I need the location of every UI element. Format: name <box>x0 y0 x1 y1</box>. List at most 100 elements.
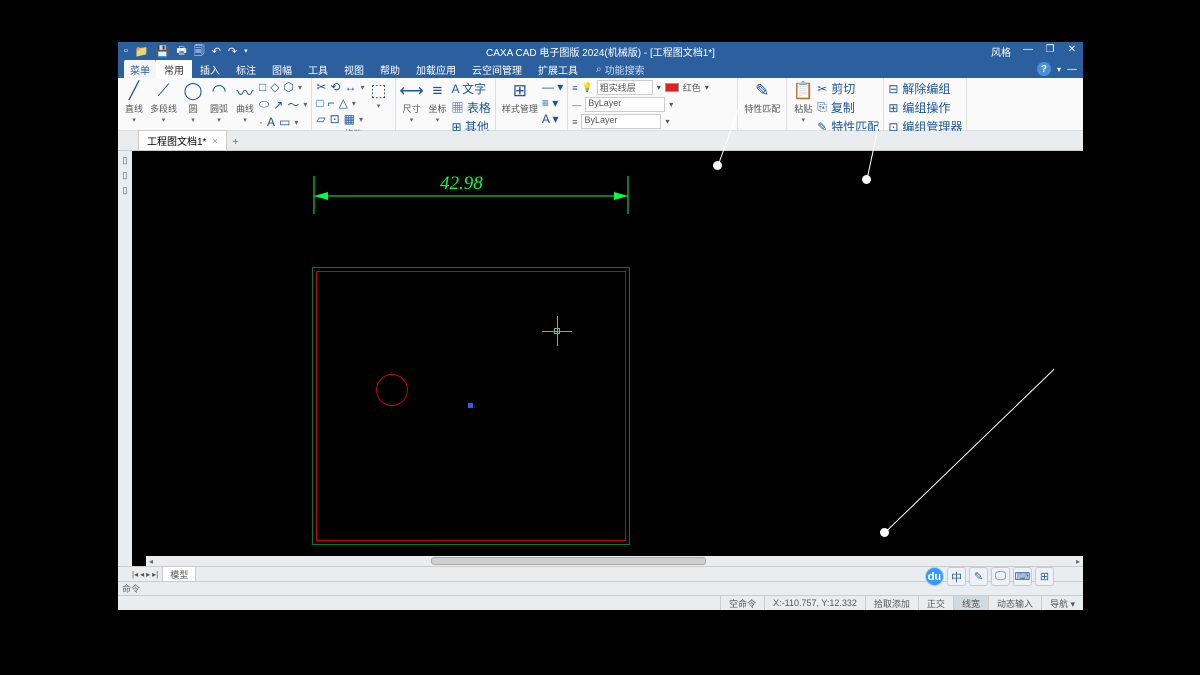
menu-insert[interactable]: 插入 <box>192 59 228 80</box>
ungroup-icon[interactable]: ⊟ <box>888 82 898 96</box>
qat-dropdown-icon[interactable]: ▾ <box>244 47 248 55</box>
line-button[interactable]: ╱直线▾ <box>122 80 146 125</box>
new-doc-tab-button[interactable]: + <box>227 135 245 150</box>
document-tab[interactable]: 工程图文档1* × <box>138 130 227 150</box>
left-tool-3[interactable]: ▯ <box>123 185 128 196</box>
close-button[interactable]: ✕ <box>1061 44 1083 59</box>
help-icon[interactable]: ? <box>1037 62 1051 76</box>
menu-tools[interactable]: 工具 <box>300 59 336 80</box>
blue-grip-point[interactable] <box>468 403 473 408</box>
block-icon[interactable]: ▭ <box>279 115 290 129</box>
circle-button[interactable]: ◯圆▾ <box>181 80 205 125</box>
qat-save-icon[interactable]: 💾 <box>156 45 170 58</box>
text-tool[interactable]: A 文字 <box>452 80 487 97</box>
ribbon-min-icon[interactable]: ▾ <box>1057 65 1061 74</box>
menu-frame[interactable]: 图幅 <box>264 59 300 80</box>
style-manager-button[interactable]: ⊞样式管理 <box>500 80 540 116</box>
ribbon-search[interactable]: ⌕ 功能搜索 <box>596 62 645 77</box>
copy-icon[interactable]: ⎘ <box>817 100 827 115</box>
left-tool-1[interactable]: ▯ <box>123 155 128 166</box>
qat-new-icon[interactable]: ▫ <box>124 45 128 57</box>
layer-combo[interactable]: 粗实线层 <box>597 80 653 95</box>
menu-help[interactable]: 帮助 <box>372 59 408 80</box>
qat-print-icon[interactable]: 🖶 <box>176 42 186 61</box>
wave-icon[interactable]: 〜 <box>287 96 299 113</box>
status-ortho[interactable]: 正交 <box>918 596 953 610</box>
qat-open-icon[interactable]: 📁 <box>135 45 149 58</box>
poly-icon[interactable]: ◇ <box>270 80 279 94</box>
textstyle-dd[interactable]: A ▾ <box>542 112 559 126</box>
linestyle-dd[interactable]: — ▾ <box>542 80 563 94</box>
menu-view[interactable]: 视图 <box>336 59 372 80</box>
scroll-right-icon[interactable]: ▸ <box>1073 557 1083 566</box>
stretch-icon[interactable]: ▱ <box>316 112 325 126</box>
arc-button[interactable]: ◠圆弧▾ <box>207 80 231 125</box>
ribbon-close-icon[interactable]: — <box>1067 64 1077 75</box>
ime-grid-icon[interactable]: ⊞ <box>1035 567 1054 586</box>
lineweight-combo[interactable]: ByLayer <box>581 114 661 129</box>
tab-last-icon[interactable]: ▸| <box>152 570 158 579</box>
model-tab[interactable]: 模型 <box>162 566 196 583</box>
arrow-icon[interactable]: ↗ <box>273 98 283 112</box>
tab-first-icon[interactable]: |◂ <box>132 570 138 579</box>
trim-icon[interactable]: ✂ <box>316 80 326 94</box>
offset-icon[interactable]: □ <box>316 96 323 110</box>
fillet-icon[interactable]: ⌐ <box>328 96 335 110</box>
style-label[interactable]: 风格 <box>985 44 1017 59</box>
cut-icon[interactable]: ✂ <box>817 82 827 96</box>
group-op-icon[interactable]: ⊞ <box>888 101 898 115</box>
ime-edit-icon[interactable]: ✎ <box>969 567 988 586</box>
qat-redo-icon[interactable]: ↷ <box>228 45 237 58</box>
menu-annotate[interactable]: 标注 <box>228 59 264 80</box>
curve-button[interactable]: 〰曲线▾ <box>233 80 257 125</box>
dimension-button[interactable]: ⟷尺寸▾ <box>400 80 424 125</box>
scroll-track[interactable] <box>156 556 1073 566</box>
h-scrollbar[interactable]: ◂ ▸ <box>146 556 1083 566</box>
menu-common[interactable]: 常用 <box>156 59 192 80</box>
array-icon[interactable]: ⊡ <box>330 112 340 126</box>
baidu-ime-icon[interactable]: du <box>925 567 944 586</box>
status-linewidth[interactable]: 线宽 <box>953 596 988 610</box>
minimize-button[interactable]: — <box>1017 44 1039 59</box>
status-pick-add[interactable]: 拾取添加 <box>865 596 918 610</box>
qat-preview-icon[interactable]: 🗐 <box>194 42 205 61</box>
ime-screen-icon[interactable]: 🖵 <box>991 567 1010 586</box>
ime-keyboard-icon[interactable]: ⌨ <box>1013 567 1032 586</box>
rect-icon[interactable]: □ <box>259 80 266 94</box>
doc-tab-close-icon[interactable]: × <box>212 136 217 146</box>
ellipse-icon[interactable]: ⬭ <box>259 97 269 112</box>
menu-file[interactable]: 菜单 <box>124 59 156 80</box>
rotate-icon[interactable]: ⟲ <box>330 80 340 94</box>
hatch-icon[interactable]: ▦ <box>344 112 355 126</box>
qat-undo-icon[interactable]: ↶ <box>212 45 221 58</box>
dimstyle-dd[interactable]: ≡ ▾ <box>542 96 558 110</box>
paste-button[interactable]: 📋粘贴▾ <box>791 80 815 125</box>
menu-cloud[interactable]: 云空间管理 <box>464 59 530 80</box>
hex-icon[interactable]: ⬡ <box>284 80 294 94</box>
tab-next-icon[interactable]: ▸ <box>146 570 150 579</box>
mirror-icon[interactable]: ↔ <box>344 80 356 94</box>
status-dyn-input[interactable]: 动态输入 <box>988 596 1041 610</box>
point-icon[interactable]: · <box>259 115 263 129</box>
scroll-thumb[interactable] <box>431 557 706 565</box>
drawing-canvas[interactable]: 42.98 ◂ ▸ <box>132 151 1083 566</box>
table-tool[interactable]: ▦ 表格 <box>452 99 491 116</box>
ime-lang-button[interactable]: 中 <box>947 567 966 586</box>
coord-button[interactable]: ≡坐标▾ <box>426 80 450 125</box>
bulb-icon[interactable]: 💡 <box>581 82 592 93</box>
match-props-button[interactable]: ✎特性匹配 <box>742 80 782 116</box>
text-icon[interactable]: A <box>267 115 275 129</box>
layer-icon[interactable]: ≡ <box>572 83 577 93</box>
chamfer-icon[interactable]: △ <box>339 96 348 110</box>
modify-more-button[interactable]: ⬚▾ <box>367 80 391 111</box>
linetype-combo[interactable]: ByLayer <box>585 97 665 112</box>
scroll-left-icon[interactable]: ◂ <box>146 557 156 566</box>
menu-ext-tools[interactable]: 扩展工具 <box>530 59 586 80</box>
status-nav[interactable]: 导航 ▾ <box>1041 596 1083 610</box>
left-tool-2[interactable]: ▯ <box>123 170 128 181</box>
color-swatch[interactable] <box>665 83 679 92</box>
polyline-button[interactable]: ⟋多段线▾ <box>148 80 179 125</box>
tab-prev-icon[interactable]: ◂ <box>140 570 144 579</box>
maximize-button[interactable]: ❐ <box>1039 44 1061 59</box>
menu-load-app[interactable]: 加载应用 <box>408 59 464 80</box>
